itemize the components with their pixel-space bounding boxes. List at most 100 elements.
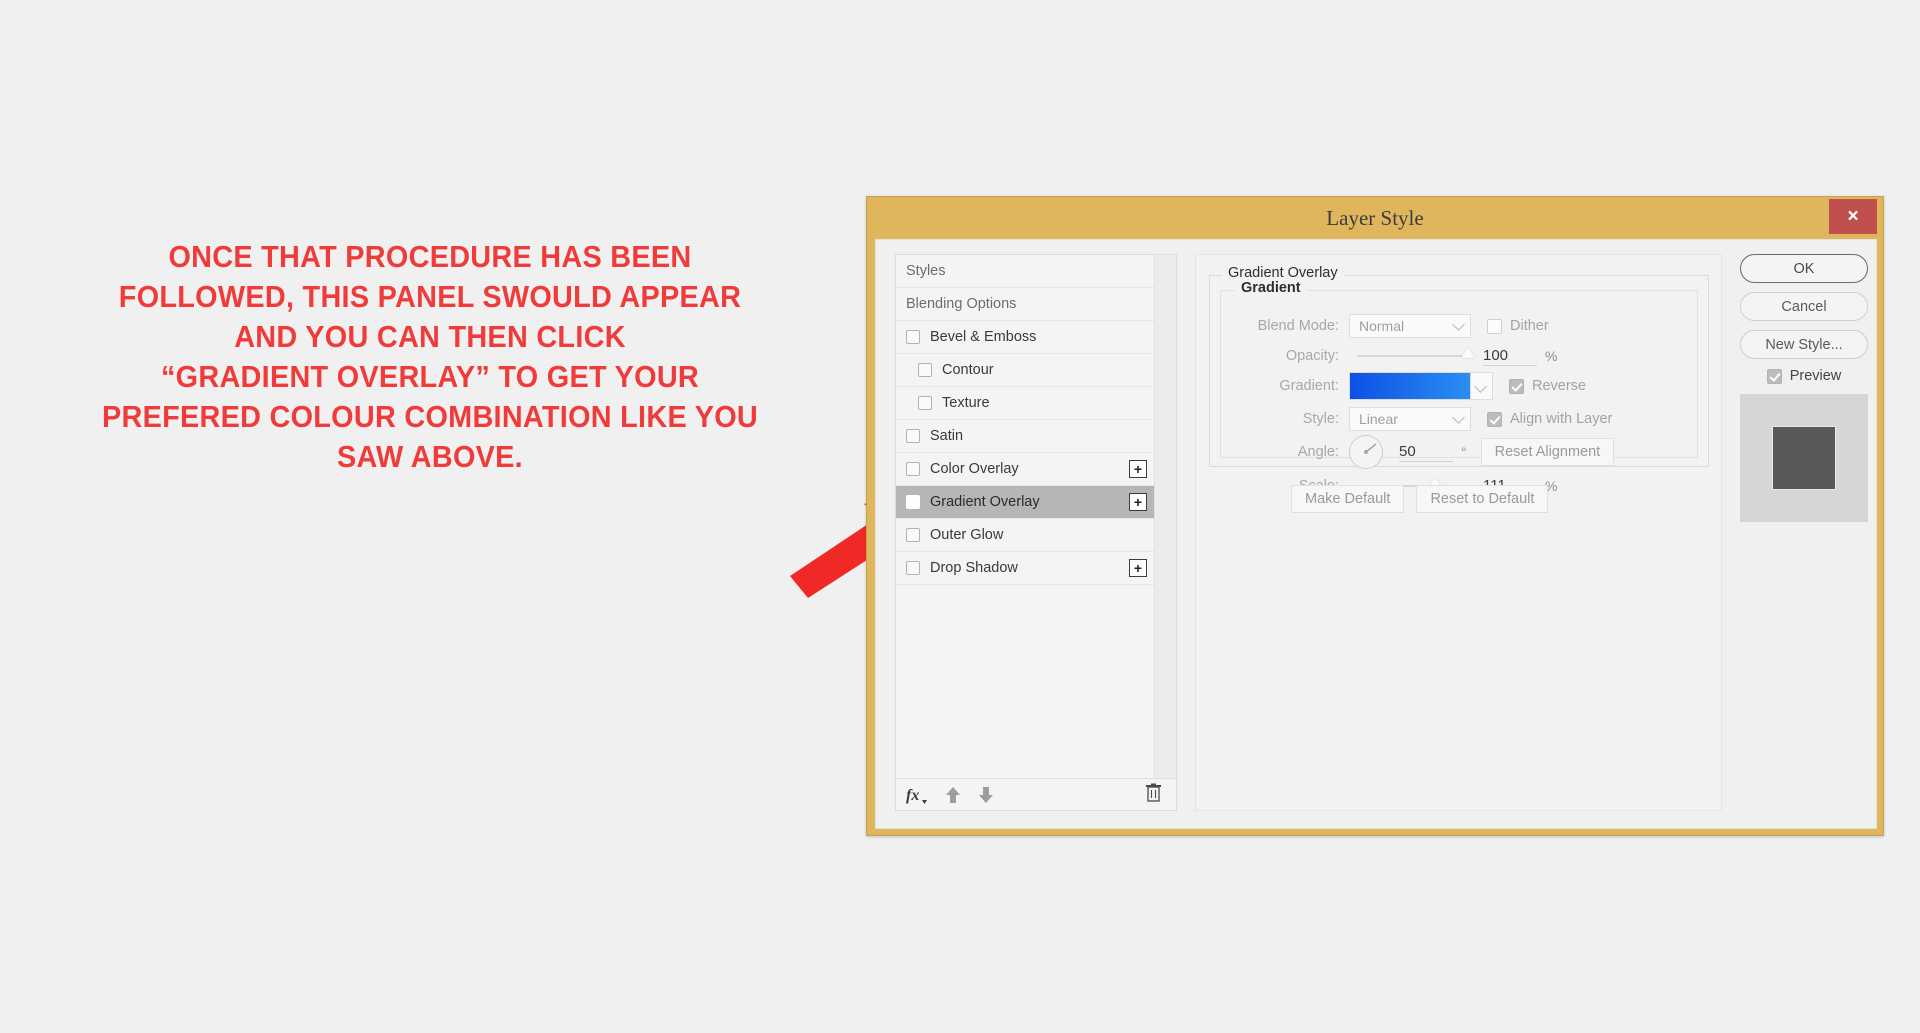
annotation-text: ONCE THAT PROCEDURE HAS BEEN FOLLOWED, T… <box>101 239 759 474</box>
style-row-label: Outer Glow <box>930 527 1004 543</box>
styles-list-scrollbar[interactable] <box>1154 255 1176 778</box>
style-row-checkbox[interactable] <box>906 462 920 476</box>
style-row-label: Styles <box>906 263 946 279</box>
reset-to-default-button[interactable]: Reset to Default <box>1416 485 1549 513</box>
opacity-input[interactable]: 100 <box>1483 347 1537 366</box>
blend-mode-label: Blend Mode: <box>1257 318 1339 334</box>
style-row-gradient-overlay[interactable]: Gradient Overlay + <box>896 486 1154 519</box>
reverse-checkbox[interactable] <box>1509 378 1524 394</box>
style-row-satin[interactable]: Satin <box>896 420 1154 453</box>
blend-mode-select[interactable]: Normal <box>1349 314 1471 338</box>
default-buttons-group: Make Default Reset to Default <box>1291 485 1549 513</box>
angle-row: Angle: 50 ° Reset Alignment <box>1221 434 1699 470</box>
make-default-button[interactable]: Make Default <box>1291 485 1405 513</box>
align-with-layer-label: Align with Layer <box>1510 411 1613 427</box>
style-row-label: Contour <box>942 362 994 378</box>
opacity-slider-thumb[interactable] <box>1461 347 1475 358</box>
style-row-color-overlay[interactable]: Color Overlay + <box>896 453 1154 486</box>
style-row-outer-glow[interactable]: Outer Glow <box>896 519 1154 552</box>
layer-style-dialog: Layer Style × Styles Blending Options Beve… <box>866 196 1884 836</box>
style-row-texture[interactable]: Texture <box>896 387 1154 420</box>
angle-input[interactable]: 50 <box>1399 443 1453 462</box>
preview-thumbnail <box>1740 394 1868 522</box>
new-style-button[interactable]: New Style... <box>1740 330 1868 359</box>
style-row-checkbox[interactable] <box>906 495 920 509</box>
angle-dial[interactable] <box>1349 435 1383 469</box>
expand-effect-button[interactable]: + <box>1129 559 1147 577</box>
blend-mode-row: Blend Mode: Normal Dither <box>1221 313 1699 339</box>
preview-thumbnail-square <box>1772 426 1836 490</box>
reverse-checkbox-wrap[interactable]: Reverse <box>1509 378 1586 394</box>
close-icon[interactable]: × <box>1829 199 1877 234</box>
align-with-layer-checkbox[interactable] <box>1487 411 1502 427</box>
dialog-body: Styles Blending Options Bevel & Emboss Cont… <box>875 239 1877 829</box>
style-row-checkbox[interactable] <box>906 429 920 443</box>
move-up-icon[interactable] <box>945 786 961 804</box>
style-select[interactable]: Linear <box>1349 407 1471 431</box>
preview-checkbox-wrap[interactable]: Preview <box>1740 368 1868 384</box>
gradient-preset-dropdown[interactable] <box>1471 372 1493 400</box>
style-row-checkbox[interactable] <box>906 528 920 542</box>
opacity-unit: % <box>1545 348 1558 364</box>
style-row-label: Bevel & Emboss <box>930 329 1037 345</box>
style-row-contour[interactable]: Contour <box>896 354 1154 387</box>
preview-checkbox[interactable] <box>1766 368 1782 384</box>
style-row-drop-shadow[interactable]: Drop Shadow + <box>896 552 1154 585</box>
gradient-subgroup: Gradient Blend Mode: Normal Dither Opaci… <box>1220 280 1699 496</box>
opacity-slider[interactable] <box>1357 347 1475 358</box>
dither-checkbox[interactable] <box>1487 318 1502 334</box>
style-row-checkbox[interactable] <box>918 363 932 377</box>
style-row: Style: Linear Align with Layer <box>1221 406 1699 432</box>
gradient-row: Gradient: Reverse <box>1221 371 1699 401</box>
gradient-overlay-group: Gradient Overlay Gradient Blend Mode: No… <box>1209 265 1709 496</box>
opacity-row: Opacity: 100 % <box>1221 343 1699 369</box>
chevron-down-icon <box>1452 411 1465 424</box>
styles-panel: Styles Blending Options Bevel & Emboss Cont… <box>895 254 1177 811</box>
reset-alignment-button[interactable]: Reset Alignment <box>1480 438 1615 466</box>
dialog-action-column: OK Cancel New Style... Preview <box>1740 254 1868 522</box>
opacity-label: Opacity: <box>1285 348 1339 364</box>
settings-panel: Gradient Overlay Gradient Blend Mode: No… <box>1195 254 1722 811</box>
move-down-icon[interactable] <box>978 786 994 804</box>
expand-effect-button[interactable]: + <box>1129 493 1147 511</box>
chevron-down-icon <box>1452 318 1465 331</box>
screenshot-canvas: ONCE THAT PROCEDURE HAS BEEN FOLLOWED, T… <box>0 0 1920 1033</box>
dialog-title: Layer Style <box>1326 206 1424 230</box>
dither-label: Dither <box>1510 318 1549 334</box>
style-row-styles[interactable]: Styles <box>896 255 1154 288</box>
style-row-label: Drop Shadow <box>930 560 1018 576</box>
style-row-bevel-emboss[interactable]: Bevel & Emboss <box>896 321 1154 354</box>
trash-icon[interactable] <box>1145 783 1162 807</box>
angle-unit: ° <box>1461 444 1467 460</box>
style-row-label: Gradient Overlay <box>930 494 1040 510</box>
reverse-label: Reverse <box>1532 378 1586 394</box>
ok-button[interactable]: OK <box>1740 254 1868 283</box>
style-label: Style: <box>1302 411 1339 427</box>
styles-toolbar: fx <box>896 778 1176 810</box>
fx-icon[interactable]: fx <box>906 785 928 805</box>
style-row-checkbox[interactable] <box>918 396 932 410</box>
expand-effect-button[interactable]: + <box>1129 460 1147 478</box>
svg-text:fx: fx <box>906 787 919 804</box>
align-with-layer-checkbox-wrap[interactable]: Align with Layer <box>1487 411 1612 427</box>
gradient-subgroup-label: Gradient <box>1235 280 1307 296</box>
gradient-label: Gradient: <box>1279 378 1339 394</box>
style-value: Linear <box>1359 411 1398 427</box>
style-row-checkbox[interactable] <box>906 330 920 344</box>
style-row-checkbox[interactable] <box>906 561 920 575</box>
style-row-label: Satin <box>930 428 964 444</box>
chevron-down-icon <box>1474 380 1487 393</box>
style-row-label: Blending Options <box>906 296 1017 312</box>
style-row-label: Texture <box>942 395 990 411</box>
cancel-button[interactable]: Cancel <box>1740 292 1868 321</box>
style-row-label: Color Overlay <box>930 461 1019 477</box>
gradient-overlay-group-label: Gradient Overlay <box>1222 265 1344 281</box>
blend-mode-value: Normal <box>1359 318 1405 334</box>
style-row-blending-options[interactable]: Blending Options <box>896 288 1154 321</box>
angle-label: Angle: <box>1297 444 1339 460</box>
preview-label: Preview <box>1789 368 1842 384</box>
styles-list: Styles Blending Options Bevel & Emboss Cont… <box>896 255 1154 778</box>
dialog-title-bar[interactable]: Layer Style × <box>867 197 1883 239</box>
gradient-swatch[interactable] <box>1349 372 1471 400</box>
dither-checkbox-wrap[interactable]: Dither <box>1487 318 1549 334</box>
